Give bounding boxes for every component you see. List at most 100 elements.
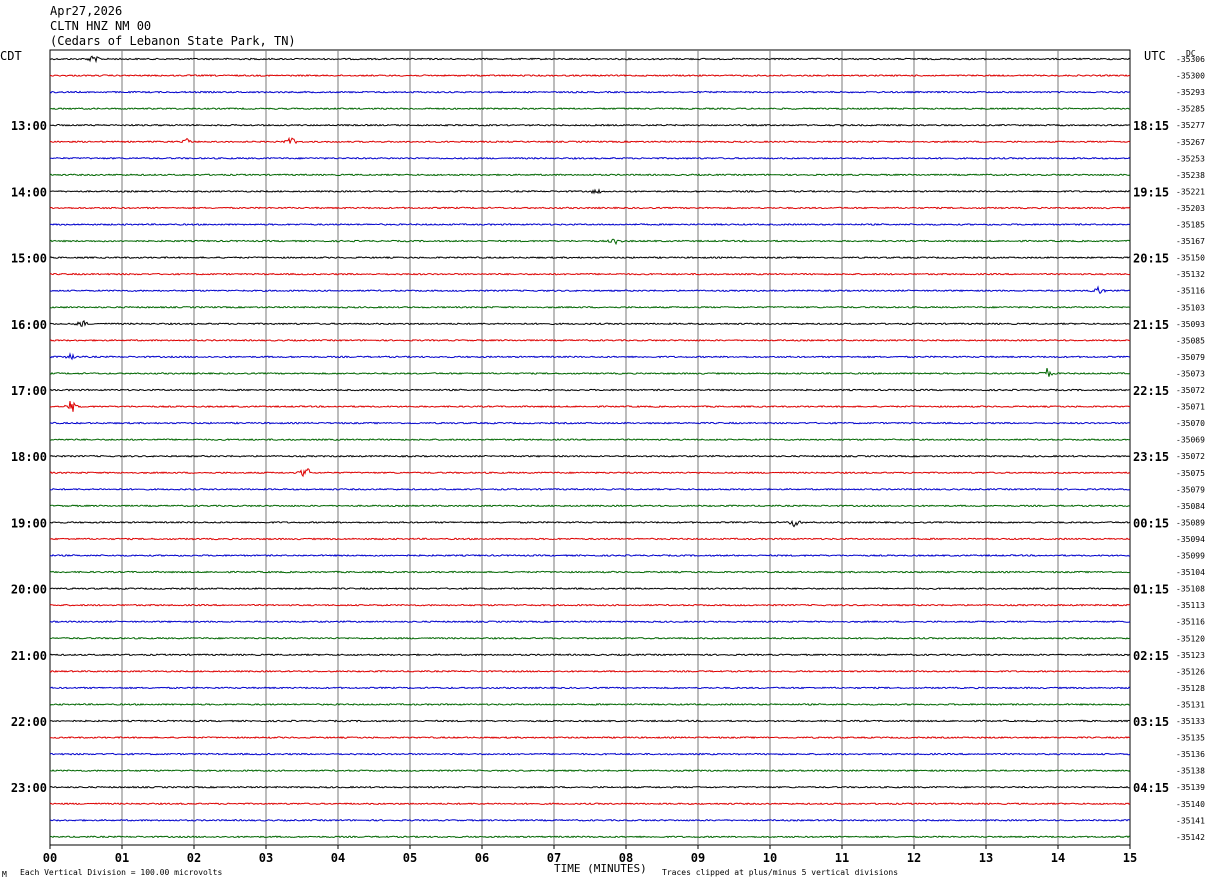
left-hour-label: 21:00 <box>11 649 47 663</box>
dc-value-label: -35084 <box>1176 502 1205 511</box>
right-timezone-label: UTC <box>1144 49 1166 63</box>
right-hour-label: 01:15 <box>1133 583 1169 597</box>
dc-value-label: -35075 <box>1176 469 1205 478</box>
dc-value-label: -35136 <box>1176 750 1205 759</box>
trace-line <box>49 603 1131 607</box>
trace-line <box>49 285 1131 295</box>
trace-line <box>49 818 1131 822</box>
trace-line <box>49 769 1131 773</box>
x-tick-label: 05 <box>403 851 417 865</box>
dc-value-label: -35085 <box>1176 336 1205 345</box>
trace-line <box>49 719 1130 723</box>
header-date: Apr27,2026 <box>50 4 123 18</box>
trace-line <box>49 55 1131 64</box>
dc-value-label: -35140 <box>1176 800 1205 809</box>
trace-line <box>49 223 1131 226</box>
dc-value-label: -35094 <box>1176 535 1205 544</box>
trace-line <box>49 802 1131 806</box>
trace-line <box>49 702 1130 706</box>
dc-value-label: -35089 <box>1176 518 1205 527</box>
dc-value-label: -35072 <box>1176 386 1205 395</box>
dc-value-label: -35139 <box>1176 783 1205 792</box>
trace-line <box>49 136 1131 145</box>
trace-line <box>49 438 1131 442</box>
x-tick-label: 06 <box>475 851 489 865</box>
left-hour-label: 14:00 <box>11 185 47 199</box>
dc-value-label: -35141 <box>1176 816 1205 825</box>
right-hour-label: 21:15 <box>1133 318 1169 332</box>
trace-line <box>50 537 1131 541</box>
dc-value-label: -35116 <box>1176 287 1205 296</box>
dc-value-label: -35203 <box>1176 204 1205 213</box>
trace-line <box>49 367 1131 377</box>
trace-line <box>49 553 1131 558</box>
logo-icon: M <box>2 870 7 879</box>
left-hour-label: 16:00 <box>11 318 47 332</box>
dc-value-label: -35135 <box>1176 734 1205 743</box>
right-hour-label: 03:15 <box>1133 715 1169 729</box>
dc-value-label: -35120 <box>1176 634 1205 643</box>
dc-value-label: -35123 <box>1176 651 1205 660</box>
x-tick-label: 10 <box>763 851 777 865</box>
dc-value-label: -35108 <box>1176 585 1205 594</box>
left-hour-label: 17:00 <box>11 384 47 398</box>
trace-line <box>49 156 1131 160</box>
trace-line <box>50 587 1131 591</box>
seismogram-plot: -35306-35300-35293-35285-35277-35267-352… <box>11 49 1205 865</box>
left-timezone-label: CDT <box>0 49 22 63</box>
dc-value-label: -35072 <box>1176 452 1205 461</box>
x-axis-title: TIME (MINUTES) <box>554 862 647 875</box>
trace-line <box>50 123 1131 127</box>
dc-value-label: -35142 <box>1176 833 1205 842</box>
x-tick-label: 14 <box>1051 851 1065 865</box>
right-hour-label: 18:15 <box>1133 119 1169 133</box>
trace-line <box>49 736 1131 740</box>
dc-value-label: -35073 <box>1176 369 1205 378</box>
dc-label: DC <box>1186 49 1196 58</box>
dc-value-label: -35131 <box>1176 700 1205 709</box>
dc-value-label: -35093 <box>1176 320 1205 329</box>
trace-line <box>49 467 1131 478</box>
trace-line <box>49 653 1131 657</box>
dc-value-label: -35113 <box>1176 601 1205 610</box>
x-tick-label: 03 <box>259 851 273 865</box>
dc-value-label: -35150 <box>1176 254 1205 263</box>
right-hour-label: 02:15 <box>1133 649 1169 663</box>
dc-value-label: -35099 <box>1176 552 1205 561</box>
dc-value-label: -35277 <box>1176 121 1205 130</box>
trace-line <box>49 238 1131 246</box>
left-hour-label: 19:00 <box>11 516 47 530</box>
trace-line <box>49 669 1131 673</box>
header-location: (Cedars of Lebanon State Park, TN) <box>50 34 296 48</box>
trace-line <box>50 107 1131 111</box>
right-hour-label: 00:15 <box>1133 516 1169 530</box>
dc-value-label: -35104 <box>1176 568 1205 577</box>
trace-line <box>49 401 1131 412</box>
dc-value-label: -35221 <box>1176 187 1205 196</box>
dc-value-label: -35128 <box>1176 684 1205 693</box>
x-tick-label: 02 <box>187 851 201 865</box>
x-tick-label: 11 <box>835 851 849 865</box>
trace-line <box>49 752 1131 756</box>
dc-value-label: -35138 <box>1176 767 1205 776</box>
trace-line <box>49 188 1131 195</box>
trace-line <box>49 686 1131 690</box>
trace-line <box>50 74 1131 78</box>
dc-value-label: -35126 <box>1176 667 1205 676</box>
trace-line <box>49 305 1131 309</box>
trace-line <box>49 320 1131 327</box>
trace-line <box>49 454 1131 458</box>
dc-value-label: -35285 <box>1176 105 1205 114</box>
x-tick-label: 15 <box>1123 851 1137 865</box>
x-tick-label: 00 <box>43 851 57 865</box>
right-hour-label: 04:15 <box>1133 781 1169 795</box>
trace-line <box>49 519 1131 528</box>
dc-value-label: -35293 <box>1176 88 1205 97</box>
trace-line <box>49 636 1130 640</box>
dc-value-label: -35238 <box>1176 171 1205 180</box>
x-tick-label: 04 <box>331 851 345 865</box>
x-tick-label: 09 <box>691 851 705 865</box>
header-station: CLTN HNZ NM 00 <box>50 19 152 33</box>
dc-value-label: -35103 <box>1176 303 1205 312</box>
left-hour-label: 23:00 <box>11 781 47 795</box>
